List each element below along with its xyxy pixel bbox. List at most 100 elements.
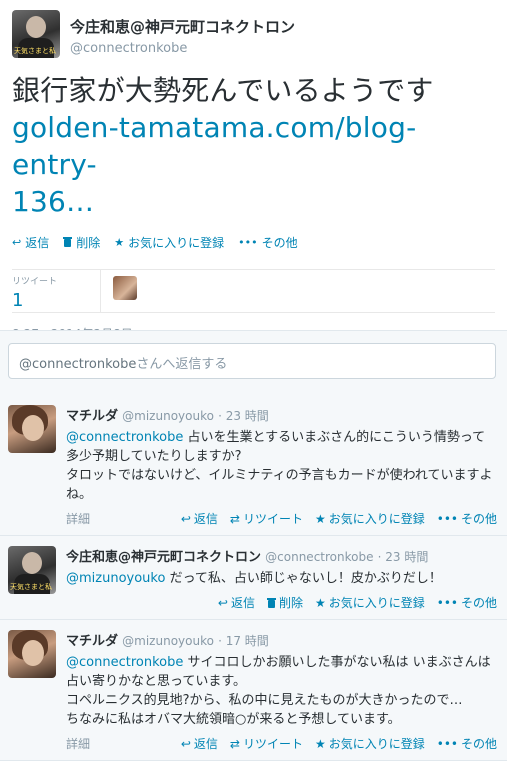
favorite-button[interactable]: ★ お気に入りに登録 xyxy=(315,594,425,611)
reply-author-name[interactable]: マチルダ xyxy=(66,409,118,424)
tweet-text: 銀行家が大勢死んでいるようです golden-tamatama.com/blog… xyxy=(12,72,495,220)
reply-author-username[interactable]: @connectronkobe xyxy=(265,550,373,564)
reply-button[interactable]: ↩ 返信 xyxy=(218,594,255,611)
avatar-face xyxy=(22,415,44,441)
retweet-icon: ⇄ xyxy=(229,511,240,526)
reply-author-username[interactable]: @mizunoyouko xyxy=(122,409,214,423)
more-label: その他 xyxy=(460,512,497,526)
avatar[interactable] xyxy=(8,405,56,453)
reply-mention[interactable]: @connectronkobe xyxy=(66,430,183,445)
reply-input-placeholder: さんへ返信する xyxy=(136,357,228,372)
favorite-button[interactable]: ★ お気に入りに登録 xyxy=(114,234,224,251)
avatar-tag: 天気さまと私 xyxy=(10,583,52,591)
reply-arrow-icon: ↩ xyxy=(12,236,22,249)
reply-header: 今庄和恵@神戸元町コネクトロン @connectronkobe · 23 時間 xyxy=(66,546,497,565)
reply-time[interactable]: · 23 時間 xyxy=(218,409,269,423)
retweeter-avatar[interactable] xyxy=(113,276,137,300)
more-button[interactable]: ••• その他 xyxy=(437,594,497,611)
retweet-button[interactable]: ⇄ リツイート xyxy=(230,735,303,752)
star-icon: ★ xyxy=(314,511,326,526)
reply-item[interactable]: マチルダ @mizunoyouko · 17 時間 @connectronkob… xyxy=(0,620,507,761)
retweet-stat[interactable]: リツイート 1 xyxy=(12,270,101,312)
author-row: 天気さまと私 今庄和恵@神戸元町コネクトロン @connectronkobe xyxy=(12,10,495,58)
more-button[interactable]: ••• その他 xyxy=(238,234,297,251)
avatar-face xyxy=(22,640,44,666)
avatar[interactable]: 天気さまと私 xyxy=(12,10,60,58)
favorite-label: お気に入りに登録 xyxy=(128,236,225,250)
author-username[interactable]: @connectronkobe xyxy=(70,41,295,56)
delete-label: 削除 xyxy=(278,596,303,610)
delete-label: 削除 xyxy=(76,236,101,250)
reply-button[interactable]: ↩ 返信 xyxy=(181,510,218,527)
reply-author-name[interactable]: 今庄和恵@神戸元町コネクトロン xyxy=(66,550,261,565)
main-tweet: 天気さまと私 今庄和恵@神戸元町コネクトロン @connectronkobe 銀… xyxy=(0,0,507,342)
reply-text: @connectronkobe 占いを生業とするいまぶさん的にこういう情勢って多… xyxy=(66,428,497,504)
reply-item[interactable]: 天気さまと私 今庄和恵@神戸元町コネクトロン @connectronkobe ·… xyxy=(0,536,507,620)
avatar[interactable] xyxy=(8,630,56,678)
reply-inner: マチルダ @mizunoyouko · 23 時間 @connectronkob… xyxy=(8,405,497,527)
favorite-label: お気に入りに登録 xyxy=(328,596,425,610)
avatar[interactable]: 天気さまと私 xyxy=(8,546,56,594)
reply-label: 返信 xyxy=(25,236,50,250)
reply-content: 今庄和恵@神戸元町コネクトロン @connectronkobe · 23 時間 … xyxy=(66,546,497,611)
more-button[interactable]: ••• その他 xyxy=(437,735,497,752)
reply-actions: ↩ 返信 ⇄ リツイート ★ お気に入りに登録 ••• その他 xyxy=(181,735,497,752)
favorite-button[interactable]: ★ お気に入りに登録 xyxy=(315,735,425,752)
reply-label: 返信 xyxy=(230,596,255,610)
ellipsis-icon: ••• xyxy=(436,595,458,610)
reply-footer: 詳細 ↩ 返信 ⇄ リツイート ★ お気に入りに登録 ••• その他 xyxy=(66,735,497,752)
reply-footer: ↩ 返信 削除 ★ お気に入りに登録 ••• その他 xyxy=(66,594,497,611)
reply-item[interactable]: マチルダ @mizunoyouko · 23 時間 @connectronkob… xyxy=(0,395,507,536)
tweet-link-line2[interactable]: 136… xyxy=(12,183,495,220)
detail-link[interactable]: 詳細 xyxy=(66,510,90,527)
retweeter-avatars xyxy=(101,270,137,312)
star-icon: ★ xyxy=(314,595,326,610)
reply-time[interactable]: · 23 時間 xyxy=(378,550,429,564)
reply-author-name[interactable]: マチルダ xyxy=(66,634,118,649)
delete-button[interactable]: 削除 xyxy=(63,234,100,251)
detail-link[interactable]: 詳細 xyxy=(66,735,90,752)
tweet-actions: ↩ 返信 削除 ★ お気に入りに登録 ••• その他 xyxy=(12,234,495,251)
reply-mention[interactable]: @mizunoyouko xyxy=(66,571,165,586)
delete-button[interactable]: 削除 xyxy=(266,594,303,611)
reply-header: マチルダ @mizunoyouko · 23 時間 xyxy=(66,405,497,424)
avatar-face xyxy=(22,552,42,574)
avatar-face xyxy=(26,16,46,38)
ellipsis-icon: ••• xyxy=(436,736,458,751)
tweet-stats: リツイート 1 xyxy=(12,269,495,313)
reply-inner: 天気さまと私 今庄和恵@神戸元町コネクトロン @connectronkobe ·… xyxy=(8,546,497,611)
tweet-link-line1[interactable]: golden-tamatama.com/blog-entry- xyxy=(12,109,495,183)
reply-content: マチルダ @mizunoyouko · 23 時間 @connectronkob… xyxy=(66,405,497,527)
more-label: その他 xyxy=(261,236,298,250)
reply-button[interactable]: ↩ 返信 xyxy=(181,735,218,752)
star-icon: ★ xyxy=(314,736,326,751)
author-fullname[interactable]: 今庄和恵@神戸元町コネクトロン xyxy=(70,16,295,37)
reply-composer: @connectronkobeさんへ返信する xyxy=(0,330,507,396)
reply-button[interactable]: ↩ 返信 xyxy=(12,234,49,251)
reply-text-b: コペルニクス的見地?から、私の中に見えたものが大きかったので… xyxy=(66,693,463,708)
reply-text: @connectronkobe サイコロしかお願いした事がない私は いまぶさんは… xyxy=(66,653,497,729)
trash-icon xyxy=(266,597,276,608)
reply-time[interactable]: · 17 時間 xyxy=(218,634,269,648)
reply-input[interactable]: @connectronkobeさんへ返信する xyxy=(8,343,496,379)
author-info: 今庄和恵@神戸元町コネクトロン @connectronkobe xyxy=(70,10,295,56)
trash-icon xyxy=(63,236,73,250)
ellipsis-icon: ••• xyxy=(436,511,458,526)
retweet-label: リツイート xyxy=(242,512,303,526)
reply-text-b: タロットではないけど、イルミナティの予言もカードが使われていますよね。 xyxy=(66,468,493,502)
avatar-tag: 天気さまと私 xyxy=(14,47,56,55)
reply-text: @mizunoyouko だって私、占い師じゃないし！皮かぶりだし！ xyxy=(66,569,497,588)
retweet-stat-label: リツイート xyxy=(12,277,58,287)
more-button[interactable]: ••• その他 xyxy=(437,510,497,527)
retweet-label: リツイート xyxy=(242,737,303,751)
reply-label: 返信 xyxy=(193,512,218,526)
more-label: その他 xyxy=(460,596,497,610)
reply-mention[interactable]: @connectronkobe xyxy=(66,655,183,670)
reply-text-a: だって私、占い師じゃないし！皮かぶりだし！ xyxy=(165,571,442,586)
reply-author-username[interactable]: @mizunoyouko xyxy=(122,634,214,648)
reply-input-handle: @connectronkobe xyxy=(19,357,137,372)
favorite-button[interactable]: ★ お気に入りに登録 xyxy=(315,510,425,527)
favorite-label: お気に入りに登録 xyxy=(328,512,425,526)
retweet-button[interactable]: ⇄ リツイート xyxy=(230,510,303,527)
reply-header: マチルダ @mizunoyouko · 17 時間 xyxy=(66,630,497,649)
